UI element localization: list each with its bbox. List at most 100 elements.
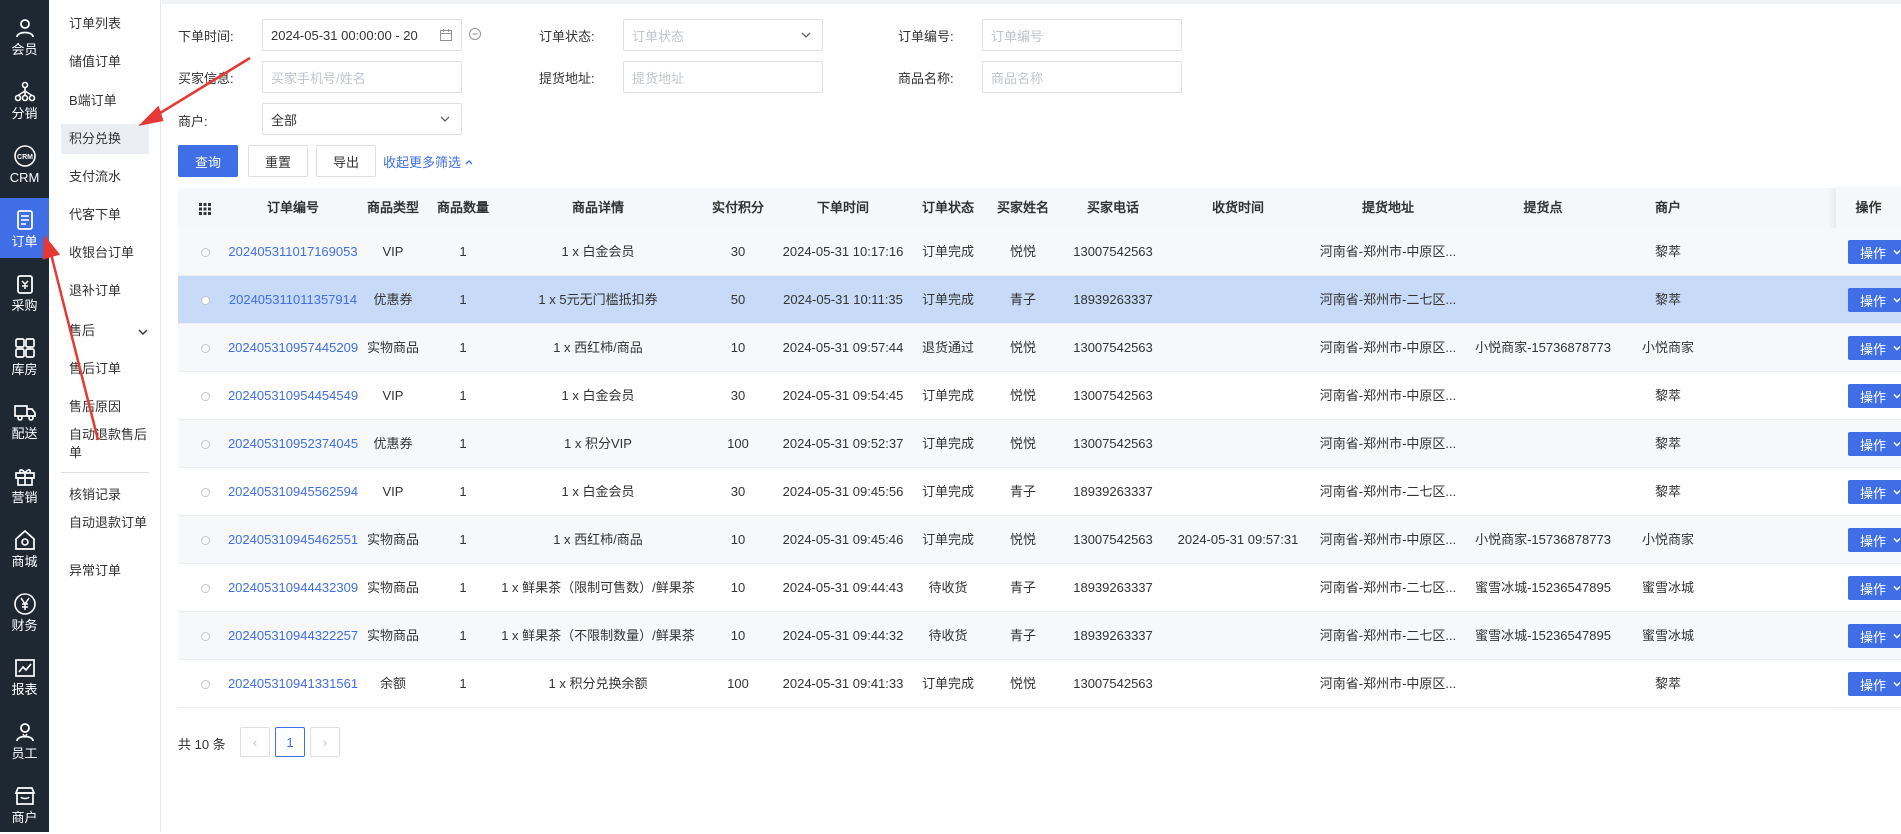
operation-dropdown-button[interactable]: 操作 xyxy=(1848,480,1901,504)
pickup-address-input[interactable]: 提货地址 xyxy=(623,61,823,93)
nav-item-shop[interactable]: 商城 xyxy=(0,518,49,578)
cell-order-no[interactable]: 202405310944322257 xyxy=(228,612,358,660)
row-select-radio[interactable] xyxy=(190,372,220,420)
operation-dropdown-button[interactable]: 操作 xyxy=(1848,288,1901,312)
table-row[interactable]: 202405310945462551 实物商品 1 1 x 西红柿/商品 10 2024-… xyxy=(178,516,1901,564)
table-row[interactable]: 202405310944322257 实物商品 1 1 x 鲜果茶（不限制数量）/鲜果… xyxy=(178,612,1901,660)
pagination-page-1[interactable]: 1 xyxy=(275,727,305,757)
export-button[interactable]: 导出 xyxy=(316,145,376,177)
cell-order-time: 2024-05-31 10:11:35 xyxy=(783,292,903,307)
cell-product-qty: 1 xyxy=(459,580,467,595)
submenu-verification-records[interactable]: 核销记录 xyxy=(61,486,149,504)
submenu-after-sale-orders[interactable]: 售后订单 xyxy=(61,360,149,378)
submenu-after-sale-reasons[interactable]: 售后原因 xyxy=(61,398,149,416)
table-row[interactable]: 202405311011357914 优惠券 1 1 x 5元无门槛抵扣券 50 2024… xyxy=(178,276,1901,324)
pagination-total: 共 10 条 xyxy=(178,737,226,752)
order-status-select[interactable]: 订单状态 xyxy=(623,19,823,51)
cell-order-no[interactable]: 202405310957445209 xyxy=(228,324,358,372)
order-no-label: 订单编号: xyxy=(898,29,954,44)
submenu-payment-flow[interactable]: 支付流水 xyxy=(61,168,149,186)
operation-dropdown-button[interactable]: 操作 xyxy=(1848,576,1901,600)
cell-order-no[interactable]: 202405310952374045 xyxy=(228,420,358,468)
row-select-radio[interactable] xyxy=(190,660,220,708)
cell-order-no[interactable]: 202405311017169053 xyxy=(228,228,358,276)
table-row[interactable]: 202405310944432309 实物商品 1 1 x 鲜果茶（限制可售数）/鲜果… xyxy=(178,564,1901,612)
submenu-refund-orders[interactable]: 退补订单 xyxy=(61,282,149,300)
submenu-auto-refund-after-sale[interactable]: 自动退款售后单 xyxy=(61,426,151,462)
row-select-radio[interactable] xyxy=(190,420,220,468)
merchant-icon xyxy=(14,786,35,805)
nav-item-user[interactable]: 会员 xyxy=(0,6,49,66)
submenu-abnormal-orders[interactable]: 异常订单 xyxy=(61,562,149,580)
submenu-cashier-orders[interactable]: 收银台订单 xyxy=(61,244,149,262)
order-time-value: 2024-05-31 00:00:00 - 20 xyxy=(271,27,418,43)
nav-item-purchase[interactable]: 采购 xyxy=(0,262,49,322)
cell-merchant: 蜜雪冰城 xyxy=(1641,580,1694,595)
operation-dropdown-button[interactable]: 操作 xyxy=(1848,240,1901,264)
nav-item-network[interactable]: 分销 xyxy=(0,70,49,130)
order-time-picker[interactable]: 2024-05-31 00:00:00 - 20 xyxy=(262,19,462,51)
table-row[interactable]: 202405310957445209 实物商品 1 1 x 西红柿/商品 10 2024-… xyxy=(178,324,1901,372)
buyer-info-input[interactable]: 买家手机号/姓名 xyxy=(262,61,462,93)
operation-dropdown-button[interactable]: 操作 xyxy=(1848,384,1901,408)
cell-merchant: 黎萃 xyxy=(1654,484,1681,499)
cell-order-no[interactable]: 202405310945462551 xyxy=(228,516,358,564)
table-row[interactable]: 202405310954454549 VIP 1 1 x 白金会员 30 2024-05-… xyxy=(178,372,1901,420)
nav-item-gift[interactable]: 营销 xyxy=(0,454,49,514)
clear-icon[interactable] xyxy=(468,27,482,41)
nav-item-chart[interactable]: 报表 xyxy=(0,646,49,706)
cell-buyer-phone: 13007542563 xyxy=(1073,532,1153,547)
submenu-points-exchange[interactable]: 积分兑换 xyxy=(61,124,149,154)
cell-buyer-name: 悦悦 xyxy=(1009,244,1036,259)
row-select-radio[interactable] xyxy=(190,612,220,660)
operation-dropdown-button[interactable]: 操作 xyxy=(1848,336,1901,360)
cell-order-no[interactable]: 202405310941331561 xyxy=(228,660,358,708)
nav-item-order[interactable]: 订单 xyxy=(0,198,49,258)
row-select-radio[interactable] xyxy=(190,324,220,372)
table-row[interactable]: 202405310941331561 余额 1 1 x 积分兑换余额 100 2024-0… xyxy=(178,660,1901,708)
operation-dropdown-button[interactable]: 操作 xyxy=(1848,624,1901,648)
header-product-detail: 商品详情 xyxy=(571,200,624,215)
submenu-auto-refund-orders[interactable]: 自动退款订单 xyxy=(61,514,151,532)
row-select-radio[interactable] xyxy=(190,564,220,612)
cell-order-no[interactable]: 202405310945562594 xyxy=(228,468,358,516)
pagination-prev-button[interactable]: ‹ xyxy=(240,727,270,757)
nav-item-merchant[interactable]: 商户 xyxy=(0,774,49,834)
submenu-stored-value-orders[interactable]: 储值订单 xyxy=(61,53,149,71)
submenu-order-list[interactable]: 订单列表 xyxy=(61,15,149,33)
column-settings-icon[interactable] xyxy=(190,188,220,228)
submenu-b-orders[interactable]: B端订单 xyxy=(61,92,149,110)
nav-item-yen[interactable]: 财务 xyxy=(0,582,49,642)
merchant-select[interactable]: 全部 xyxy=(262,103,462,135)
submenu-proxy-order[interactable]: 代客下单 xyxy=(61,206,149,224)
submenu-after-sale-group[interactable]: 售后 xyxy=(61,322,148,340)
cell-order-no[interactable]: 202405311011357914 xyxy=(228,276,358,324)
nav-item-truck[interactable]: 配送 xyxy=(0,390,49,450)
nav-item-staff[interactable]: 员工 xyxy=(0,710,49,770)
cell-paid-points: 30 xyxy=(730,244,746,259)
table-row[interactable]: 202405310945562594 VIP 1 1 x 白金会员 30 2024-05-… xyxy=(178,468,1901,516)
row-select-radio[interactable] xyxy=(190,276,220,324)
table-row[interactable]: 202405311017169053 VIP 1 1 x 白金会员 30 2024-05-… xyxy=(178,228,1901,276)
operation-dropdown-button[interactable]: 操作 xyxy=(1848,528,1901,552)
row-select-radio[interactable] xyxy=(190,228,220,276)
product-name-input[interactable]: 商品名称 xyxy=(982,61,1182,93)
row-select-radio[interactable] xyxy=(190,516,220,564)
collapse-filters-label: 收起更多筛选 xyxy=(383,155,462,170)
order-no-input[interactable]: 订单编号 xyxy=(982,19,1182,51)
cell-order-no[interactable]: 202405310944432309 xyxy=(228,564,358,612)
row-select-radio[interactable] xyxy=(190,468,220,516)
pickup-address-label: 提货地址: xyxy=(539,71,595,86)
pagination-next-button[interactable]: › xyxy=(310,727,340,757)
chevron-down-icon xyxy=(1893,490,1901,495)
operation-dropdown-button[interactable]: 操作 xyxy=(1848,432,1901,456)
cell-order-no[interactable]: 202405310954454549 xyxy=(228,372,358,420)
reset-button[interactable]: 重置 xyxy=(248,145,308,177)
operation-dropdown-button[interactable]: 操作 xyxy=(1848,672,1901,696)
query-button[interactable]: 查询 xyxy=(178,145,238,177)
nav-item-crm[interactable]: CRM CRM xyxy=(0,134,49,194)
table-row[interactable]: 202405310952374045 优惠券 1 1 x 积分VIP 100 2024-0… xyxy=(178,420,1901,468)
nav-item-warehouse[interactable]: 库房 xyxy=(0,326,49,386)
operation-label: 操作 xyxy=(1860,341,1887,357)
collapse-filters-link[interactable]: 收起更多筛选 xyxy=(383,152,474,171)
